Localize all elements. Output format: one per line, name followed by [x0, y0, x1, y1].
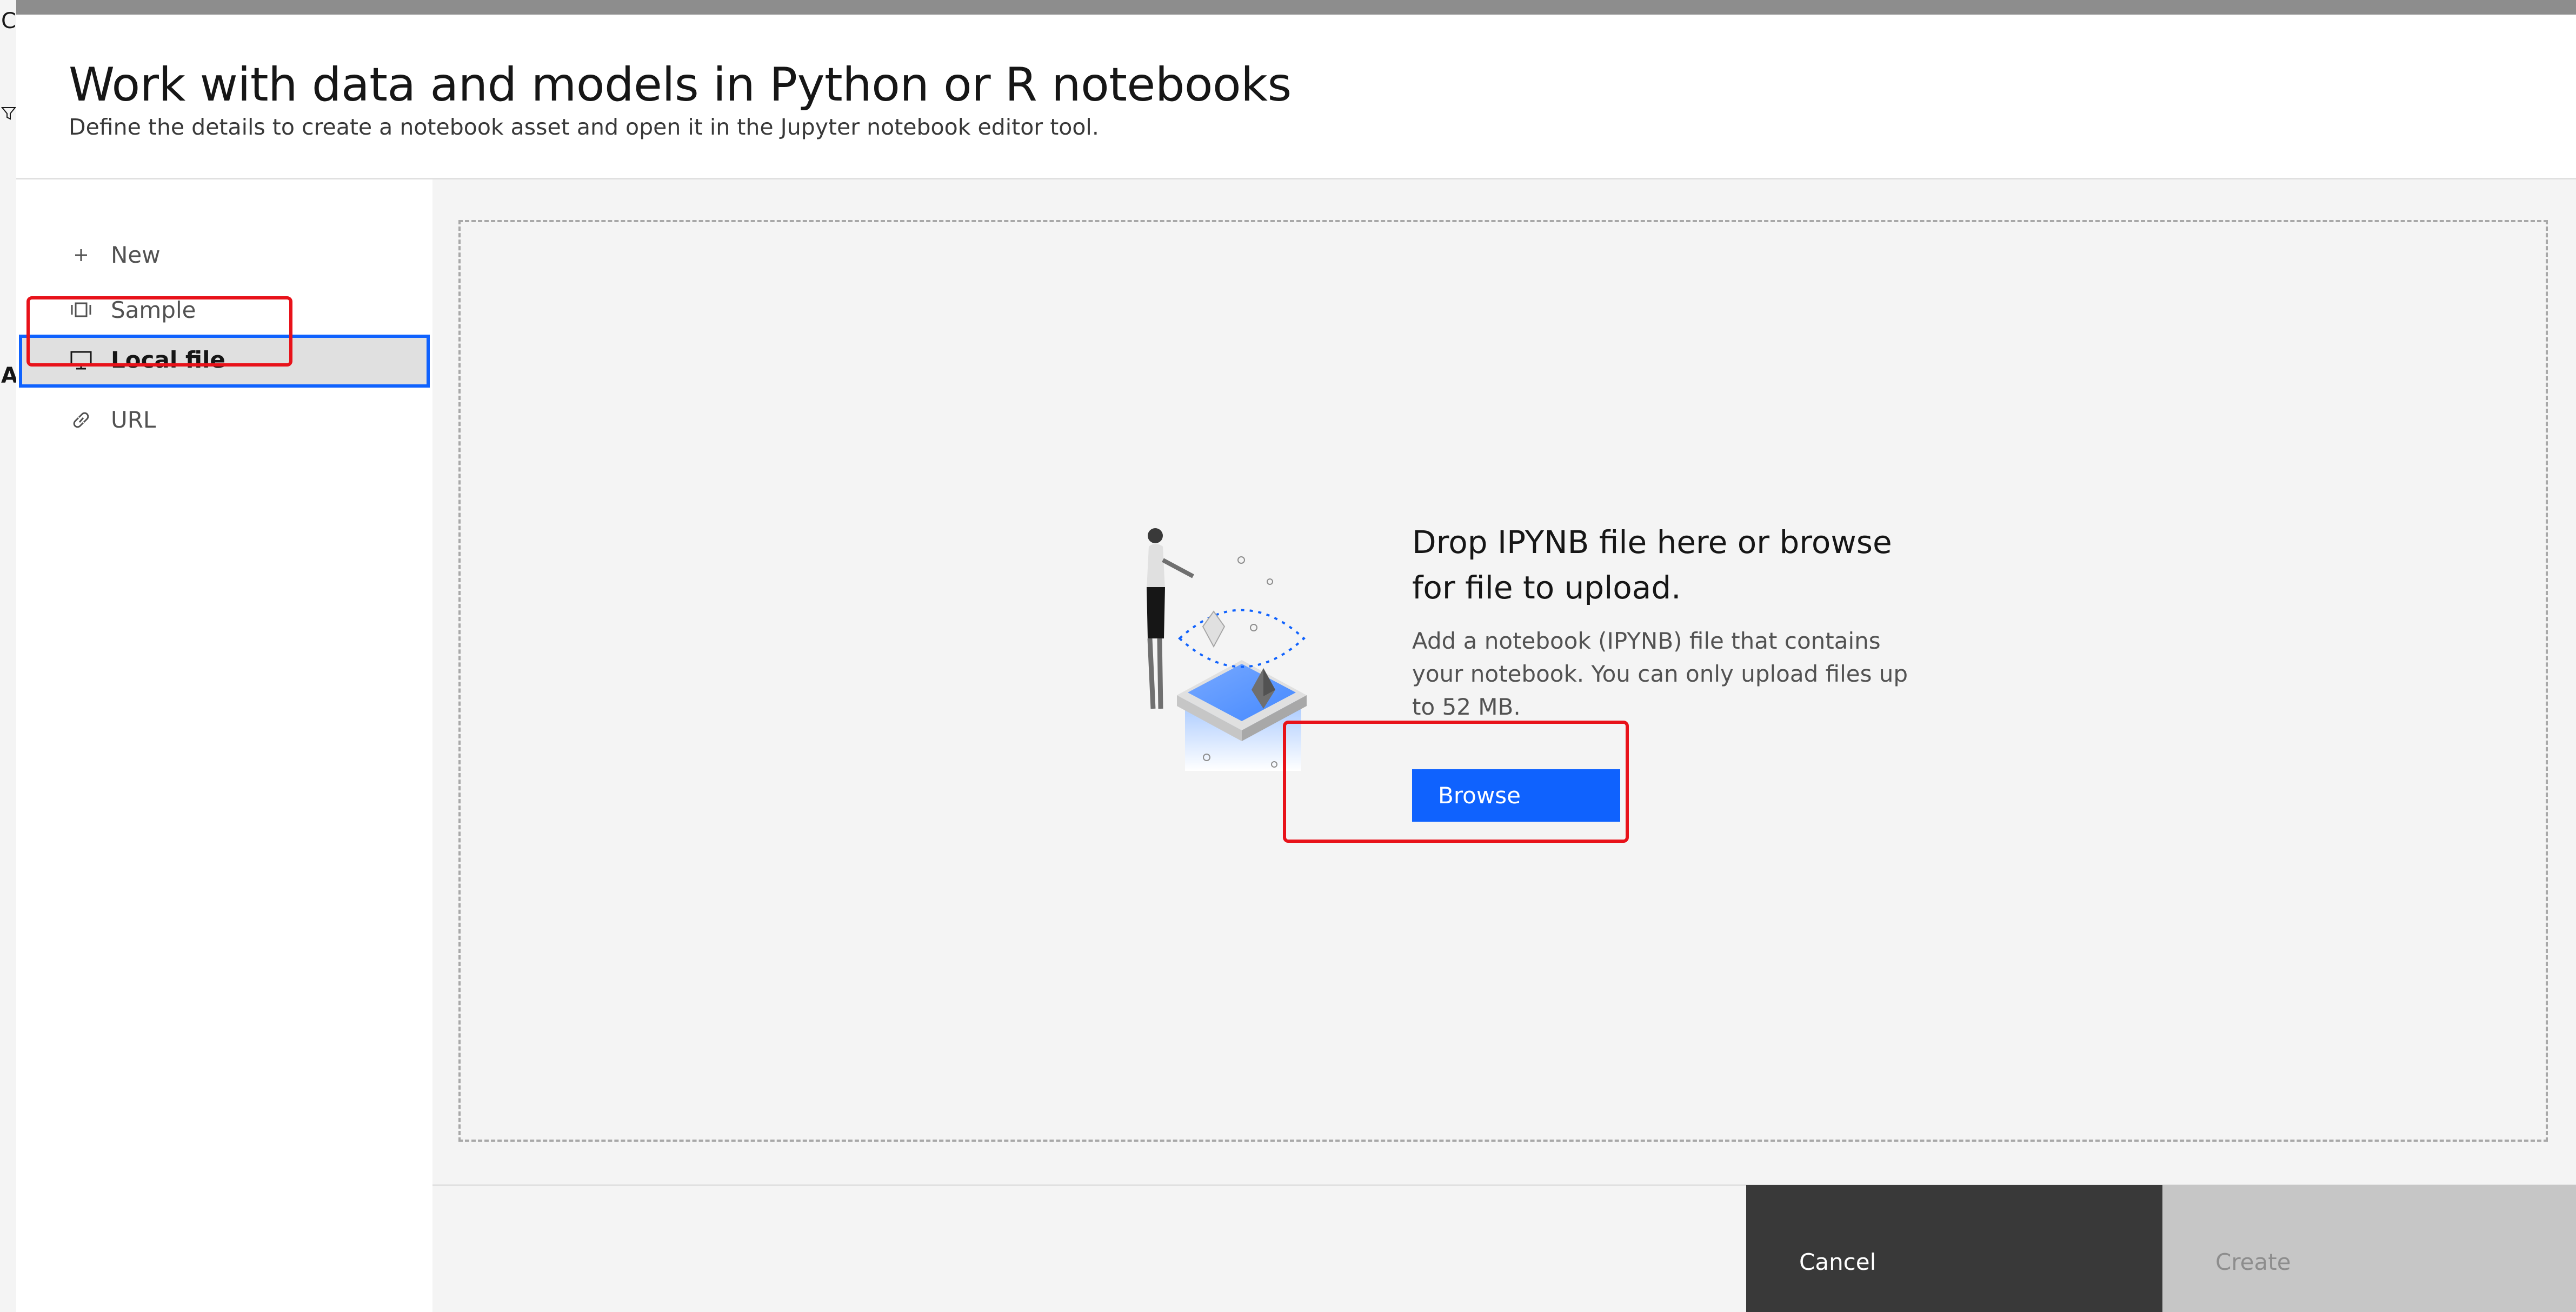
link-icon	[69, 408, 94, 432]
dialog-title: Work with data and models in Python or R…	[69, 58, 1292, 112]
drop-zone-description-line: to 52 MB.	[1412, 694, 1521, 720]
sidebar-item-label: URL	[111, 407, 156, 433]
drop-zone-heading-line: Drop IPYNB file here or browse	[1412, 524, 1892, 561]
dialog-subtitle: Define the details to create a notebook …	[69, 114, 1099, 140]
annotation-highlight-browse	[1283, 721, 1629, 843]
cancel-button[interactable]: Cancel	[1746, 1185, 2162, 1312]
background-page-strip: C As	[0, 0, 31, 1312]
sidebar-item-url[interactable]: URL	[19, 395, 430, 445]
drop-zone-heading-line: for file to upload.	[1412, 569, 1681, 606]
drop-zone-description: Add a notebook (IPYNB) file that contain…	[1412, 624, 1909, 723]
sidebar-item-new[interactable]: New	[19, 230, 430, 281]
dialog-header: Work with data and models in Python or R…	[16, 15, 2576, 179]
annotation-highlight-local-file	[26, 296, 292, 367]
sidebar-item-label: New	[111, 242, 161, 268]
file-drop-zone[interactable]: Drop IPYNB file here or browse for file …	[458, 220, 2548, 1142]
create-notebook-dialog: Work with data and models in Python or R…	[16, 15, 2576, 1312]
drop-zone-description-line: your notebook. You can only upload files…	[1412, 661, 1908, 687]
drop-zone-heading: Drop IPYNB file here or browse for file …	[1412, 520, 1909, 610]
drop-zone-description-line: Add a notebook (IPYNB) file that contain…	[1412, 628, 1881, 654]
background-text-fragment: C	[1, 9, 16, 34]
background-filter-icon	[1, 102, 17, 126]
plus-icon	[69, 243, 94, 268]
create-button[interactable]: Create	[2162, 1185, 2576, 1312]
